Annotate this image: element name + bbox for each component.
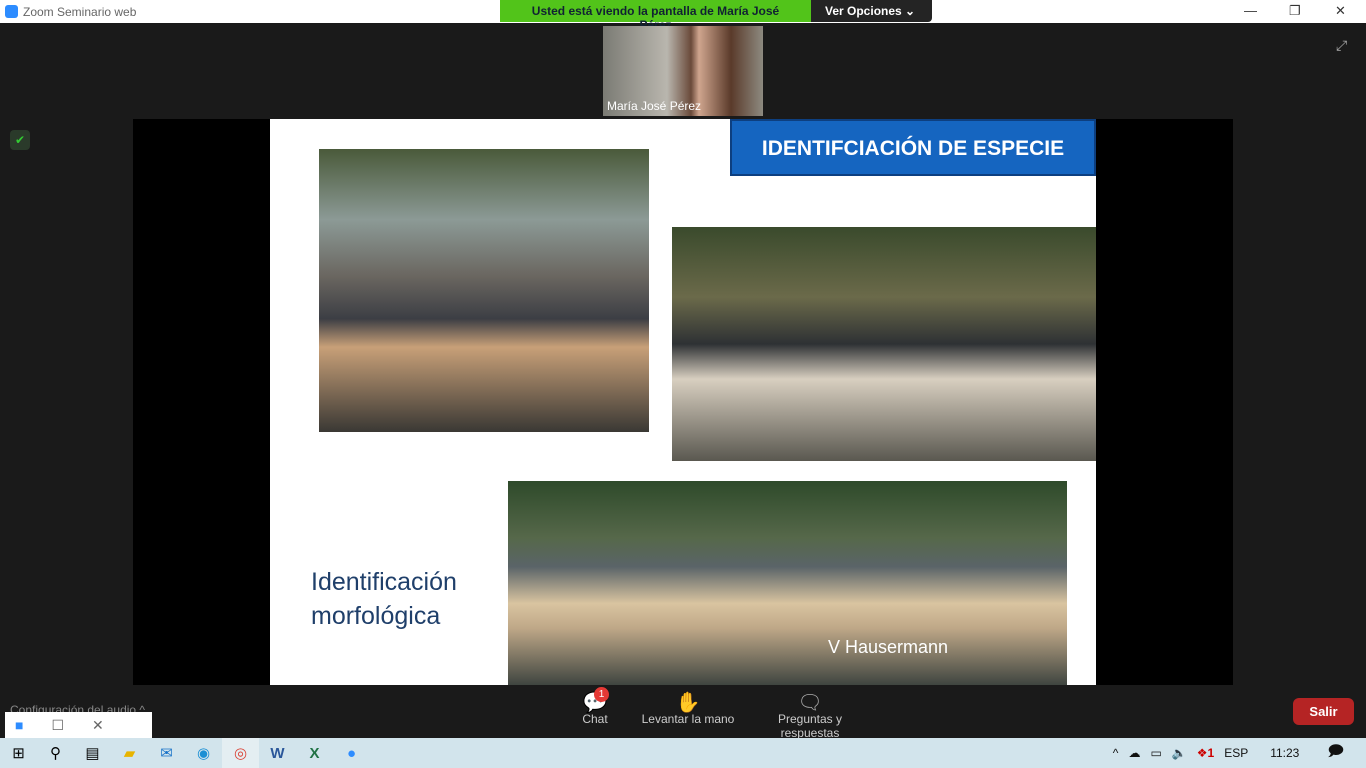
zoom-taskbar-icon[interactable]: ● [333, 738, 370, 768]
speaker-video[interactable]: María José Pérez [603, 26, 763, 116]
whale-photo-3: V Hausermann [508, 481, 1067, 685]
file-explorer-icon[interactable]: ▰ [111, 738, 148, 768]
leave-button[interactable]: Salir [1293, 698, 1354, 725]
search-icon[interactable]: ⚲ [37, 738, 74, 768]
chrome-icon[interactable]: ◎ [222, 738, 259, 768]
edge-icon[interactable]: ◉ [185, 738, 222, 768]
share-banner: Usted está viendo la pantalla de María J… [500, 0, 932, 32]
language-indicator[interactable]: ESP [1224, 746, 1248, 760]
close-button[interactable]: ✕ [1335, 3, 1346, 19]
taskbar: ⊞ ⚲ ▤ ▰ ✉ ◉ ◎ W X ● ^ ☁ ▭ 🔈 ❖1 ESP 11:23… [0, 738, 1366, 768]
window-title: Zoom Seminario web [23, 5, 137, 19]
task-view-icon[interactable]: ▤ [74, 738, 111, 768]
onedrive-error-icon[interactable]: ☁ [1128, 746, 1140, 760]
word-icon[interactable]: W [259, 738, 296, 768]
chevron-up-icon[interactable]: ^ [1113, 746, 1119, 760]
clock[interactable]: 11:23 [1270, 746, 1299, 760]
slide-title: IDENTIFCIACIÓN DE ESPECIE [730, 119, 1096, 176]
hand-icon: ✋ [675, 692, 701, 714]
fullscreen-icon[interactable]: ⤢ [1336, 37, 1347, 54]
security-shield-icon[interactable]: ✔ [10, 130, 30, 150]
raise-hand-label: Levantar la mano [641, 712, 735, 726]
mail-icon[interactable]: ✉ [148, 738, 185, 768]
whale-photo-2 [672, 227, 1096, 461]
excel-icon[interactable]: X [296, 738, 333, 768]
chat-badge: 1 [594, 687, 609, 702]
caption-line: Identificación [311, 568, 457, 596]
windows-start-icon[interactable]: ⊞ [0, 738, 37, 768]
qa-icon: 🗨 [797, 692, 823, 714]
caption-line: morfológica [311, 602, 441, 630]
whale-photo-1 [319, 149, 649, 432]
volume-icon[interactable]: 🔈 [1172, 746, 1187, 760]
chat-button[interactable]: 💬 1 Chat [578, 687, 612, 726]
system-tray: ^ ☁ ▭ 🔈 ❖1 ESP 11:23 🗩 [1113, 738, 1366, 768]
restore-button[interactable]: ❐ [1289, 3, 1301, 19]
dropbox-icon[interactable]: ❖1 [1197, 746, 1214, 760]
qa-label: Preguntas y respuestas [777, 712, 843, 740]
qa-button[interactable]: 🗨 Preguntas y respuestas [748, 690, 872, 740]
speaker-name: María José Pérez [607, 99, 702, 113]
minimize-button[interactable]: — [1244, 3, 1257, 18]
battery-icon[interactable]: ▭ [1150, 746, 1161, 760]
sharing-status: Usted está viendo la pantalla de María J… [500, 0, 811, 32]
dropbox-badge: 1 [1207, 746, 1215, 760]
maximize-icon[interactable]: ☐ [51, 717, 64, 734]
zoom-icon[interactable]: ■ [15, 717, 23, 733]
notifications-icon[interactable]: 🗩 [1327, 741, 1344, 766]
slide-caption: Identificación morfológica [311, 565, 457, 633]
presentation-slide: IDENTIFCIACIÓN DE ESPECIE V Hausermann I… [270, 119, 1096, 685]
photo-credit: V Hausermann [828, 637, 949, 657]
mini-window: ■ ☐ ✕ [5, 712, 152, 738]
zoom-logo-icon [5, 5, 18, 18]
close-icon[interactable]: ✕ [92, 717, 104, 734]
raise-hand-button[interactable]: ✋ Levantar la mano [640, 690, 736, 726]
chat-label: Chat [582, 712, 608, 726]
view-options-button[interactable]: Ver Opciones ⌄ [811, 0, 932, 22]
